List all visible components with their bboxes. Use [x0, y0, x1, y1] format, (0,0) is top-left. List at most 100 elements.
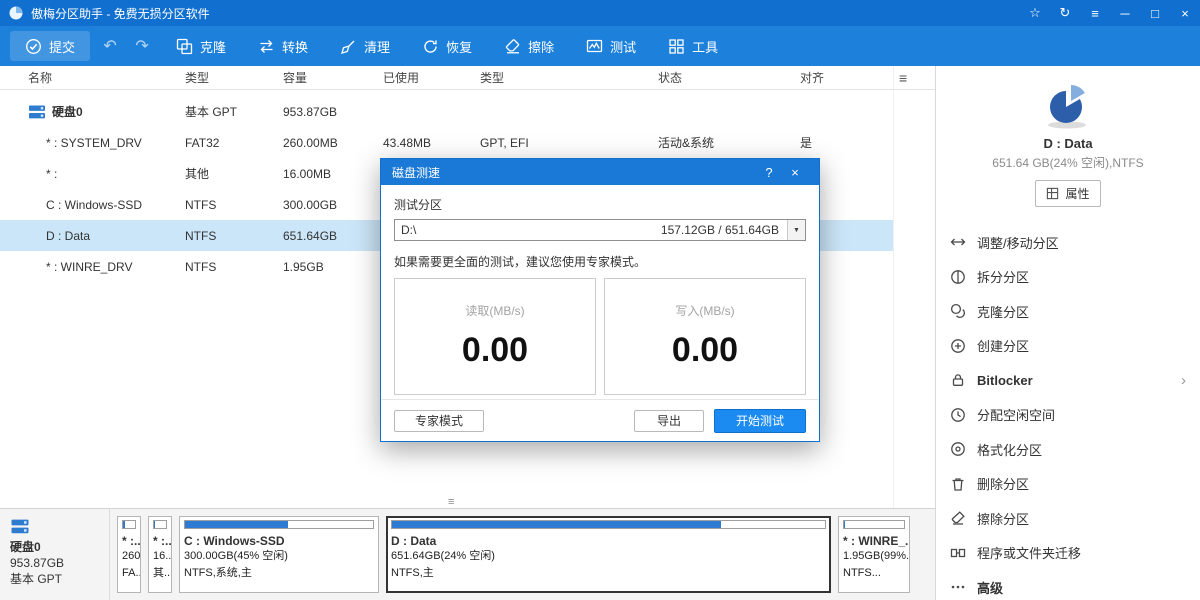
- header-capacity[interactable]: 容量: [283, 69, 383, 86]
- pie-chart-icon: [1042, 84, 1094, 130]
- cell-ptype: GPT, EFI: [480, 136, 658, 150]
- read-speed-meter: 读取(MB/s) 0.00: [394, 278, 596, 395]
- dialog-close-button[interactable]: ×: [782, 165, 808, 180]
- disk-summary-block[interactable]: 硬盘0 953.87GB 基本 GPT: [0, 509, 110, 600]
- table-row[interactable]: 硬盘0基本 GPT953.87GB: [0, 96, 893, 127]
- partition-size: 300.00GB(45% 空闲): [184, 548, 374, 565]
- cell-text: 其他: [185, 167, 209, 181]
- sidebar-item-delete[interactable]: 删除分区: [936, 467, 1200, 502]
- partition-block[interactable]: C : Windows-SSD300.00GB(45% 空闲)NTFS,系统,主: [179, 516, 379, 593]
- sidebar-item-more[interactable]: 高级: [936, 570, 1200, 600]
- feedback-button[interactable]: ↻: [1050, 0, 1080, 26]
- partition-block[interactable]: * :...260...FA...: [117, 516, 141, 593]
- partition-block[interactable]: * :..16...其...: [148, 516, 172, 593]
- sidebar-item-label: 擦除分区: [977, 509, 1029, 528]
- partition-name: * :...: [122, 534, 136, 548]
- sidebar-item-label: 删除分区: [977, 474, 1029, 493]
- partition-block[interactable]: D : Data651.64GB(24% 空闲)NTFS,主: [386, 516, 831, 593]
- cell-capacity: 1.95GB: [283, 260, 383, 274]
- cell-name: * : WINRE_DRV: [0, 260, 185, 274]
- header-status[interactable]: 状态: [658, 69, 800, 86]
- read-speed-value: 0.00: [395, 331, 595, 370]
- cell-text: 1.95GB: [283, 260, 324, 274]
- check-circle-icon: [25, 38, 42, 55]
- convert-icon: [258, 38, 275, 55]
- dialog-body: 测试分区 D:\ 157.12GB / 651.64GB ▼ 如果需要更全面的测…: [381, 185, 819, 395]
- cell-text: C : Windows-SSD: [46, 198, 142, 212]
- sidebar-item-lock[interactable]: Bitlocker›: [936, 363, 1200, 398]
- sidebar-item-resize-move[interactable]: 调整/移动分区: [936, 225, 1200, 260]
- start-test-button[interactable]: 开始测试: [714, 409, 806, 433]
- cell-text: NTFS: [185, 198, 216, 212]
- header-ptype[interactable]: 类型: [480, 69, 658, 86]
- cell-text: 300.00GB: [283, 198, 337, 212]
- cell-text: 260.00MB: [283, 136, 338, 150]
- sidebar-item-format[interactable]: 格式化分区: [936, 432, 1200, 467]
- sidebar-item-label: 分配空闲空间: [977, 405, 1055, 424]
- table-scroll-gutter[interactable]: ≡: [893, 66, 935, 508]
- cell-name: D : Data: [0, 229, 185, 243]
- selected-partition-info: 651.64 GB(24% 空闲),NTFS: [992, 154, 1143, 171]
- submit-button[interactable]: 提交: [10, 31, 90, 61]
- toolbar-item-tools[interactable]: 工具: [668, 37, 718, 56]
- close-button[interactable]: ×: [1170, 0, 1200, 26]
- toolbar-item-clone[interactable]: 克隆: [176, 37, 226, 56]
- sidebar-actions: 调整/移动分区拆分分区克隆分区创建分区Bitlocker› 分配空闲空间格式化分区…: [936, 219, 1200, 600]
- export-button[interactable]: 导出: [634, 410, 704, 432]
- sidebar: D : Data 651.64 GB(24% 空闲),NTFS 属性 调整/移动…: [935, 66, 1200, 600]
- toolbar-item-clean[interactable]: 清理: [340, 37, 390, 56]
- sidebar-item-migrate[interactable]: 程序或文件夹迁移: [936, 536, 1200, 571]
- redo-button[interactable]: ↷: [130, 36, 154, 56]
- dropdown-arrow-icon[interactable]: ▼: [787, 220, 805, 240]
- panel-resize-handle[interactable]: ≡: [448, 498, 454, 507]
- undo-button[interactable]: ↶: [98, 36, 122, 56]
- expert-mode-button[interactable]: 专家模式: [394, 410, 484, 432]
- header-used[interactable]: 已使用: [383, 69, 480, 86]
- cell-fs: FAT32: [185, 136, 283, 150]
- cell-text: 953.87GB: [283, 105, 337, 119]
- header-aligned[interactable]: 对齐: [800, 69, 893, 86]
- maximize-button[interactable]: □: [1140, 0, 1170, 26]
- header-fs[interactable]: 类型: [185, 69, 283, 86]
- cell-text: 活动&系统: [658, 136, 714, 150]
- properties-button[interactable]: 属性: [1035, 180, 1100, 207]
- partition-select[interactable]: D:\ 157.12GB / 651.64GB ▼: [394, 219, 806, 241]
- cell-capacity: 260.00MB: [283, 136, 383, 150]
- toolbar-item-convert[interactable]: 转换: [258, 37, 308, 56]
- titlebar: 傲梅分区助手 - 免费无损分区软件 ☆↻≡─□×: [0, 0, 1200, 26]
- sidebar-item-clone-part[interactable]: 克隆分区: [936, 294, 1200, 329]
- usage-bar: [391, 520, 826, 529]
- sidebar-item-allocate[interactable]: 分配空闲空间: [936, 398, 1200, 433]
- header-name[interactable]: 名称: [0, 69, 185, 86]
- titlebar-actions: ☆↻≡─□×: [1020, 0, 1200, 26]
- disk-type: 基本 GPT: [10, 571, 109, 587]
- dialog-help-button[interactable]: ?: [756, 165, 782, 180]
- cell-name: 硬盘0: [0, 103, 185, 120]
- sidebar-item-create[interactable]: 创建分区: [936, 329, 1200, 364]
- sidebar-item-split[interactable]: 拆分分区: [936, 260, 1200, 295]
- cell-fs: 基本 GPT: [185, 103, 283, 120]
- usage-fill: [392, 521, 721, 528]
- column-menu-icon[interactable]: ≡: [899, 70, 907, 86]
- toolbar-item-recover[interactable]: 恢复: [422, 37, 472, 56]
- cell-name: C : Windows-SSD: [0, 198, 185, 212]
- partition-block[interactable]: * : WINRE_...1.95GB(99%...NTFS...: [838, 516, 910, 593]
- sidebar-item-label: 克隆分区: [977, 302, 1029, 321]
- more-icon: [950, 579, 966, 595]
- toolbar-item-test[interactable]: 测试: [586, 37, 636, 56]
- menu-button[interactable]: ≡: [1080, 0, 1110, 26]
- disk-speed-dialog: 磁盘测速 ? × 测试分区 D:\ 157.12GB / 651.64GB ▼ …: [380, 158, 820, 442]
- minimize-button[interactable]: ─: [1110, 0, 1140, 26]
- clone-part-icon: [950, 303, 966, 319]
- cell-text: 16.00MB: [283, 167, 331, 181]
- disk-icon: [10, 518, 30, 535]
- resize-move-icon: [950, 234, 966, 250]
- cell-status: 活动&系统: [658, 134, 800, 151]
- erase-icon: [504, 38, 521, 55]
- dialog-titlebar[interactable]: 磁盘测速 ? ×: [381, 159, 819, 185]
- sidebar-item-wipe[interactable]: 擦除分区: [936, 501, 1200, 536]
- cell-capacity: 300.00GB: [283, 198, 383, 212]
- toolbar-item-erase[interactable]: 擦除: [504, 37, 554, 56]
- table-row[interactable]: * : SYSTEM_DRVFAT32260.00MB43.48MBGPT, E…: [0, 127, 893, 158]
- favorite-button[interactable]: ☆: [1020, 0, 1050, 26]
